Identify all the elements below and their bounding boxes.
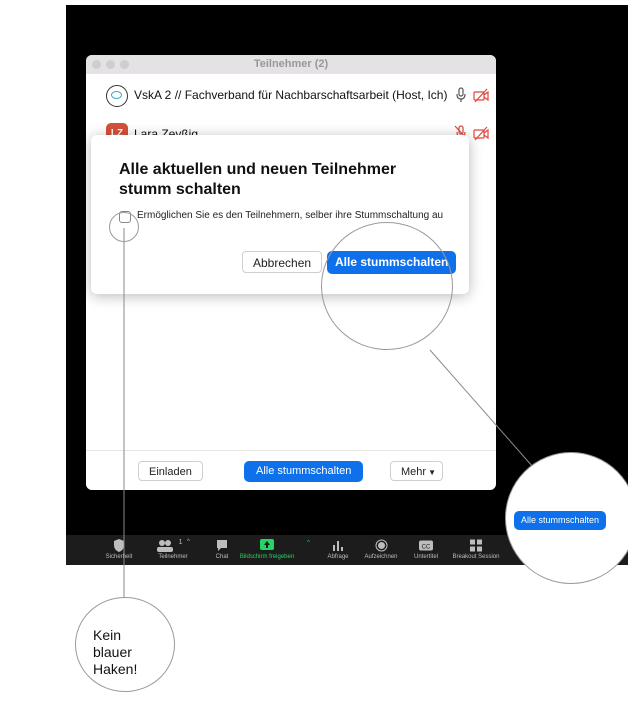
checkbox-highlight-circle [109,212,139,242]
annotation-line: Haken! [93,661,138,677]
annotation-lines [123,228,541,598]
annotation-line: Kein [93,627,122,643]
button-highlight-circle [321,222,453,350]
annotation-note: Kein blauer Haken! [93,627,137,678]
annotation-line: blauer [93,644,132,660]
zoom-callout-circle: Alle stummschalten [505,452,628,584]
zoomed-mute-all-button: Alle stummschalten [514,511,607,530]
